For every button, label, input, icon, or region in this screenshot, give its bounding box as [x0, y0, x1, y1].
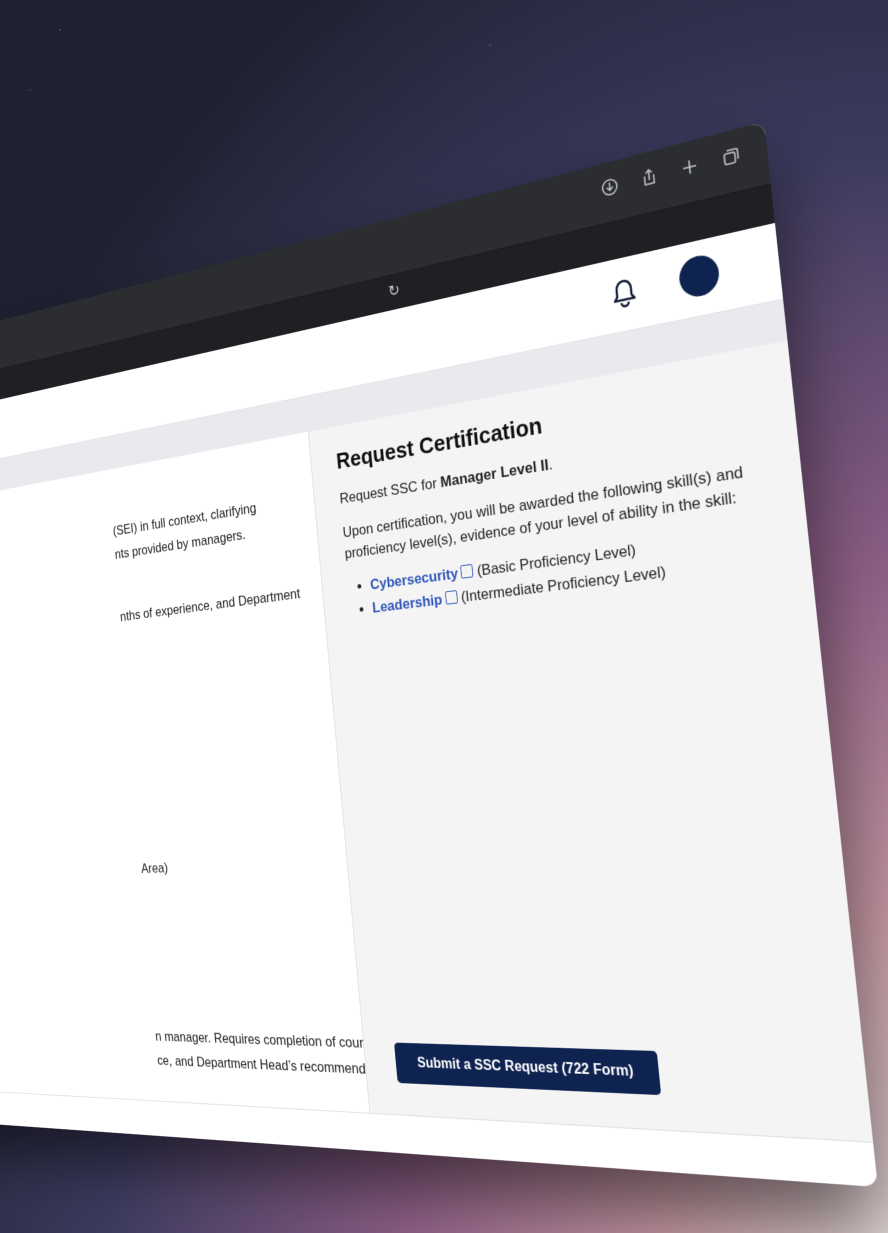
skill-link-leadership[interactable]: Leadership	[372, 591, 443, 616]
share-icon[interactable]	[638, 164, 660, 189]
description-line: n manager. Requires completion of course	[154, 1028, 378, 1052]
submit-request-button[interactable]: Submit a SSC Request (722 Form)	[394, 1042, 661, 1096]
main-panel: (SEI) in full context, clarifying nts pr…	[0, 431, 409, 1113]
description-line: Area)	[140, 860, 169, 877]
scene: ↻ (SEI) in full context, clarifying nts …	[0, 0, 888, 1233]
download-icon[interactable]	[599, 175, 620, 200]
request-certification-panel: Request Certification Request SSC for Ma…	[307, 340, 874, 1142]
avatar[interactable]	[677, 251, 721, 301]
request-prefix: Request SSC for	[339, 474, 442, 507]
description-line: nths of experience, and Department	[119, 585, 301, 625]
reload-icon[interactable]: ↻	[387, 281, 400, 302]
external-link-icon[interactable]	[460, 563, 474, 579]
certification-name: Manager Level II	[439, 456, 550, 491]
browser-toolbar-icons	[599, 143, 743, 199]
bell-icon[interactable]	[609, 275, 639, 315]
request-suffix: .	[547, 455, 554, 474]
new-tab-icon[interactable]	[678, 154, 701, 180]
tabs-icon[interactable]	[720, 143, 743, 169]
browser-window: ↻ (SEI) in full context, clarifying nts …	[0, 121, 878, 1188]
external-link-icon[interactable]	[444, 590, 458, 605]
